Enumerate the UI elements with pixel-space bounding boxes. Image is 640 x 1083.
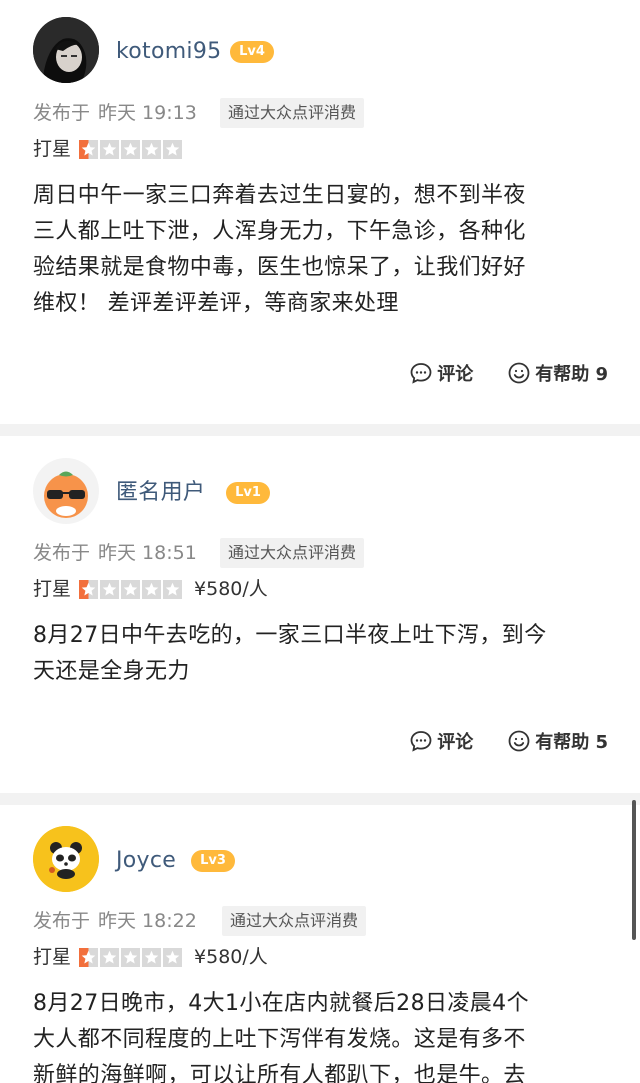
- helpful-label: 有帮助 9: [535, 364, 608, 385]
- username[interactable]: 匿名用户: [116, 478, 205, 508]
- rating-row: 打星: [33, 135, 183, 163]
- username[interactable]: kotomi95: [116, 37, 221, 67]
- star-icon: [79, 139, 99, 159]
- review-line: 天还是全身无力: [33, 659, 190, 684]
- panda-avatar-icon: [33, 826, 99, 892]
- review-text[interactable]: 8月27日晚市，4大1小在店内就餐后28日凌晨4个 大人都不同程度的上吐下泻伴有…: [33, 986, 613, 1083]
- review-actions: 评论 有帮助 5: [409, 728, 608, 754]
- review-card: 匿名用户 Lv1 发布于 昨天 18:51 通过大众点评消费 打星 ¥580/人 …: [0, 436, 640, 793]
- publish-prefix: 发布于: [33, 910, 91, 932]
- review-line: 8月27日晚市，4大1小在店内就餐后28日凌晨4个: [33, 991, 529, 1016]
- publish-info: 发布于 昨天 18:51: [33, 539, 197, 567]
- review-line: 新鲜的海鲜啊，可以让所有人都趴下，也是牛。去: [33, 1063, 526, 1083]
- avatar[interactable]: [33, 17, 99, 83]
- rating-label: 打星: [33, 578, 72, 600]
- avatar[interactable]: [33, 826, 99, 892]
- consumption-tag: 通过大众点评消费: [222, 906, 367, 936]
- review-card: Joyce Lv3 发布于 昨天 18:22 通过大众点评消费 打星 ¥580/人…: [0, 805, 640, 1083]
- publish-info: 发布于 昨天 19:13: [33, 99, 197, 127]
- star-icon: [142, 947, 162, 967]
- publish-info: 发布于 昨天 18:22: [33, 907, 197, 935]
- review-line: 维权！ 差评差评差评，等商家来处理: [33, 291, 399, 316]
- avatar-photo-icon: [33, 17, 99, 83]
- smile-icon: [508, 730, 530, 752]
- star-rating: [79, 139, 183, 159]
- rating-label: 打星: [33, 946, 72, 968]
- rating-label: 打星: [33, 138, 72, 160]
- star-icon: [163, 139, 183, 159]
- star-rating: [79, 947, 183, 967]
- star-icon: [100, 579, 120, 599]
- publish-prefix: 发布于: [33, 542, 91, 564]
- divider: [0, 793, 640, 805]
- orange-sunglasses-avatar-icon: [34, 459, 98, 523]
- publish-time: 昨天 18:51: [98, 542, 197, 564]
- star-icon: [100, 139, 120, 159]
- level-badge: Lv3: [191, 850, 235, 872]
- star-icon: [163, 579, 183, 599]
- review-card: kotomi95 Lv4 发布于 昨天 19:13 通过大众点评消费 打星 周日中…: [0, 0, 640, 424]
- level-badge: Lv1: [226, 482, 270, 504]
- price-per-person: ¥580/人: [194, 578, 268, 600]
- review-text[interactable]: 周日中午一家三口奔着去过生日宴的，想不到半夜 三人都上吐下泄，人浑身无力，下午急…: [33, 178, 613, 322]
- helpful-button[interactable]: 有帮助 9: [507, 360, 608, 386]
- review-text[interactable]: 8月27日中午去吃的，一家三口半夜上吐下泻，到今 天还是全身无力: [33, 618, 613, 690]
- username[interactable]: Joyce: [116, 846, 176, 876]
- publish-prefix: 发布于: [33, 102, 91, 124]
- comment-icon: [410, 363, 432, 384]
- publish-time: 昨天 19:13: [98, 102, 197, 124]
- review-line: 周日中午一家三口奔着去过生日宴的，想不到半夜: [33, 183, 526, 208]
- comment-label: 评论: [437, 364, 474, 385]
- price-per-person: ¥580/人: [194, 946, 268, 968]
- review-line: 大人都不同程度的上吐下泻伴有发烧。这是有多不: [33, 1027, 526, 1052]
- review-actions: 评论 有帮助 9: [409, 360, 608, 386]
- comment-label: 评论: [437, 732, 474, 753]
- smile-icon: [508, 362, 530, 384]
- avatar[interactable]: [33, 458, 99, 524]
- comment-icon: [410, 731, 432, 752]
- star-icon: [79, 579, 99, 599]
- star-icon: [163, 947, 183, 967]
- helpful-button[interactable]: 有帮助 5: [507, 728, 608, 754]
- rating-row: 打星 ¥580/人: [33, 575, 268, 603]
- level-badge: Lv4: [230, 41, 274, 63]
- star-rating: [79, 579, 183, 599]
- star-icon: [121, 579, 141, 599]
- review-line: 验结果就是食物中毒，医生也惊呆了，让我们好好: [33, 255, 526, 280]
- star-icon: [142, 139, 162, 159]
- review-line: 三人都上吐下泄，人浑身无力，下午急诊，各种化: [33, 219, 526, 244]
- consumption-tag: 通过大众点评消费: [220, 98, 365, 128]
- divider: [0, 424, 640, 436]
- star-icon: [142, 579, 162, 599]
- star-icon: [100, 947, 120, 967]
- star-icon: [121, 947, 141, 967]
- star-icon: [79, 947, 99, 967]
- rating-row: 打星 ¥580/人: [33, 943, 268, 971]
- review-line: 8月27日中午去吃的，一家三口半夜上吐下泻，到今: [33, 623, 547, 648]
- comment-button[interactable]: 评论: [409, 360, 473, 386]
- consumption-tag: 通过大众点评消费: [220, 538, 365, 568]
- scrollbar[interactable]: [632, 800, 636, 940]
- helpful-label: 有帮助 5: [535, 732, 608, 753]
- star-icon: [121, 139, 141, 159]
- comment-button[interactable]: 评论: [409, 728, 473, 754]
- publish-time: 昨天 18:22: [98, 910, 197, 932]
